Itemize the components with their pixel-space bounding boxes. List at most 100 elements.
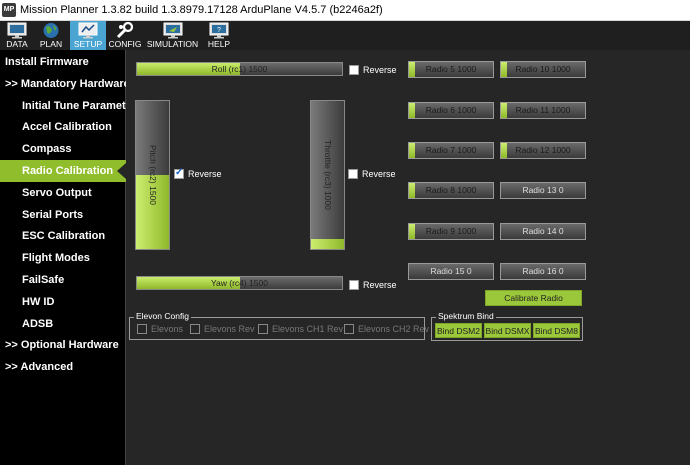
- title-bar: MP Mission Planner 1.3.82 build 1.3.8979…: [0, 0, 690, 21]
- spektrum-bind-group: Spektrum Bind Bind DSM2 Bind DSMX Bind DSM…: [431, 311, 583, 341]
- throttle-bar-fill: [311, 238, 344, 249]
- radio-channel-label: Radio 10 1000: [515, 64, 571, 74]
- radio-channel-bar: Radio 6 1000: [408, 102, 494, 119]
- radio-channel-label: Radio 13 0: [522, 185, 564, 195]
- sidebar-item-adsb[interactable]: ADSB: [0, 313, 126, 335]
- radio-channel-label: Radio 8 1000: [425, 185, 477, 195]
- window-title: Mission Planner 1.3.82 build 1.3.8979.17…: [20, 4, 383, 16]
- sidebar-item-install-firmware[interactable]: Install Firmware: [0, 51, 126, 73]
- calibrate-radio-button[interactable]: Calibrate Radio: [485, 290, 582, 306]
- radio-channel-label: Radio 7 1000: [425, 145, 477, 155]
- toolbar-button-setup[interactable]: SETUP: [70, 21, 106, 50]
- radio-channel-label: Radio 6 1000: [425, 105, 477, 115]
- wrench-icon: [113, 21, 137, 39]
- setup-sidebar: Install Firmware >> Mandatory Hardware Ini…: [0, 50, 126, 465]
- sidebar-item-initial-tune-parameters[interactable]: Initial Tune Parameters: [0, 95, 126, 117]
- elevon-option-checkbox[interactable]: Elevons CH2 Rev: [344, 324, 429, 334]
- radio-channel-label: Radio 9 1000: [425, 226, 477, 236]
- sidebar-item-radio-calibration[interactable]: Radio Calibration: [0, 160, 126, 182]
- help-monitor-icon: ?: [207, 22, 231, 39]
- sidebar-item-failsafe[interactable]: FailSafe: [0, 269, 126, 291]
- toolbar-button-config[interactable]: CONFIG: [108, 21, 142, 50]
- toolbar-button-label: SIMULATION: [146, 39, 199, 49]
- radio-channel-bar: Radio 16 0: [500, 263, 586, 280]
- throttle-reverse-checkbox[interactable]: Reverse: [348, 169, 396, 179]
- throttle-bar-label: Throttle (rc3) 1000: [322, 140, 333, 210]
- throttle-reverse-box[interactable]: [348, 169, 358, 179]
- pitch-channel-bar: Pitch (rc2) 1500: [135, 100, 170, 250]
- yaw-channel-bar: Yaw (rc4) 1500: [136, 276, 343, 290]
- elevon-option-box[interactable]: [344, 324, 354, 334]
- radio-channel-label: Radio 12 1000: [515, 145, 571, 155]
- yaw-reverse-box[interactable]: [349, 280, 359, 290]
- elevon-option-label: Elevons CH2 Rev: [358, 324, 430, 334]
- radio-channel-label: Radio 11 1000: [515, 105, 571, 115]
- toolbar-button-label: SETUP: [73, 39, 103, 49]
- sidebar-item-esc-calibration[interactable]: ESC Calibration: [0, 225, 126, 247]
- radio-channel-bar: Radio 14 0: [500, 223, 586, 240]
- elevon-config-title: Elevon Config: [134, 311, 191, 321]
- toolbar-button-help[interactable]: ? HELP: [203, 21, 235, 50]
- sidebar-item-advanced[interactable]: >> Advanced: [0, 356, 126, 378]
- toolbar-button-label: HELP: [207, 39, 231, 49]
- elevon-option-label: Elevons: [151, 324, 184, 334]
- radio-calibration-panel: Roll (rc1) 1500 Reverse Pitch (rc2) 1500…: [127, 50, 690, 465]
- sidebar-item-optional-hardware[interactable]: >> Optional Hardware: [0, 334, 126, 356]
- sidebar-item-flight-modes[interactable]: Flight Modes: [0, 247, 126, 269]
- radio-channel-bar: Radio 10 1000: [500, 61, 586, 78]
- sidebar-item-serial-ports[interactable]: Serial Ports: [0, 204, 126, 226]
- globe-icon: [39, 22, 63, 39]
- elevon-option-box[interactable]: [258, 324, 268, 334]
- radio-channel-label: Radio 5 1000: [425, 64, 477, 74]
- bind-dsmx-button[interactable]: Bind DSMX: [484, 323, 531, 338]
- elevon-option-checkbox[interactable]: Elevons Rev: [190, 324, 255, 334]
- pitch-bar-label: Pitch (rc2) 1500: [147, 145, 158, 205]
- sidebar-item-accel-calibration[interactable]: Accel Calibration: [0, 116, 126, 138]
- toolbar-button-data[interactable]: DATA: [2, 21, 32, 50]
- simulation-icon: [161, 22, 185, 39]
- elevon-config-group: Elevon Config Elevons Elevons Rev Elevons …: [129, 311, 429, 340]
- roll-reverse-checkbox[interactable]: Reverse: [349, 65, 397, 75]
- radio-channel-bar: Radio 8 1000: [408, 182, 494, 199]
- radio-channel-label: Radio 14 0: [522, 226, 564, 236]
- throttle-reverse-label: Reverse: [362, 169, 396, 179]
- yaw-reverse-label: Reverse: [363, 280, 397, 290]
- yaw-bar-label: Yaw (rc4) 1500: [210, 278, 268, 288]
- spektrum-bind-title: Spektrum Bind: [436, 311, 496, 321]
- roll-channel-bar: Roll (rc1) 1500: [136, 62, 343, 76]
- main-toolbar: DATA PLAN SETUP CONFIG SIMULATION? HELP: [0, 21, 690, 50]
- radio-channel-bar: Radio 13 0: [500, 182, 586, 199]
- roll-bar-label: Roll (rc1) 1500: [211, 64, 268, 74]
- toolbar-button-label: PLAN: [39, 39, 63, 49]
- bind-dsm8-button[interactable]: Bind DSM8: [533, 323, 580, 338]
- sidebar-item-servo-output[interactable]: Servo Output: [0, 182, 126, 204]
- app-logo-icon: MP: [2, 3, 16, 17]
- pitch-reverse-checkbox[interactable]: Reverse: [174, 167, 222, 179]
- toolbar-button-label: CONFIG: [108, 39, 142, 49]
- sidebar-item-mandatory-hardware[interactable]: >> Mandatory Hardware: [0, 73, 126, 95]
- radio-channel-bar: Radio 12 1000: [500, 142, 586, 159]
- roll-reverse-label: Reverse: [363, 65, 397, 75]
- roll-reverse-box[interactable]: [349, 65, 359, 75]
- monitor-icon: [5, 22, 29, 39]
- radio-channel-label: Radio 16 0: [522, 266, 564, 276]
- elevon-option-box[interactable]: [137, 324, 147, 334]
- throttle-channel-bar: Throttle (rc3) 1000: [310, 100, 345, 250]
- elevon-option-box[interactable]: [190, 324, 200, 334]
- toolbar-button-plan[interactable]: PLAN: [35, 21, 67, 50]
- radio-channel-bar: Radio 7 1000: [408, 142, 494, 159]
- yaw-reverse-checkbox[interactable]: Reverse: [349, 280, 397, 290]
- elevon-option-label: Elevons Rev: [204, 324, 255, 334]
- radio-channel-bar: Radio 9 1000: [408, 223, 494, 240]
- radio-channel-bar: Radio 15 0: [408, 263, 494, 280]
- setup-icon: [76, 22, 100, 39]
- elevon-option-checkbox[interactable]: Elevons CH1 Rev: [258, 324, 343, 334]
- sidebar-item-hw-id[interactable]: HW ID: [0, 291, 126, 313]
- elevon-option-checkbox[interactable]: Elevons: [137, 324, 183, 334]
- bind-dsm2-button[interactable]: Bind DSM2: [435, 323, 482, 338]
- pitch-reverse-box[interactable]: [174, 167, 184, 179]
- elevon-option-label: Elevons CH1 Rev: [272, 324, 344, 334]
- sidebar-item-compass[interactable]: Compass: [0, 138, 126, 160]
- pitch-reverse-label: Reverse: [188, 169, 222, 179]
- toolbar-button-simulation[interactable]: SIMULATION: [145, 21, 200, 50]
